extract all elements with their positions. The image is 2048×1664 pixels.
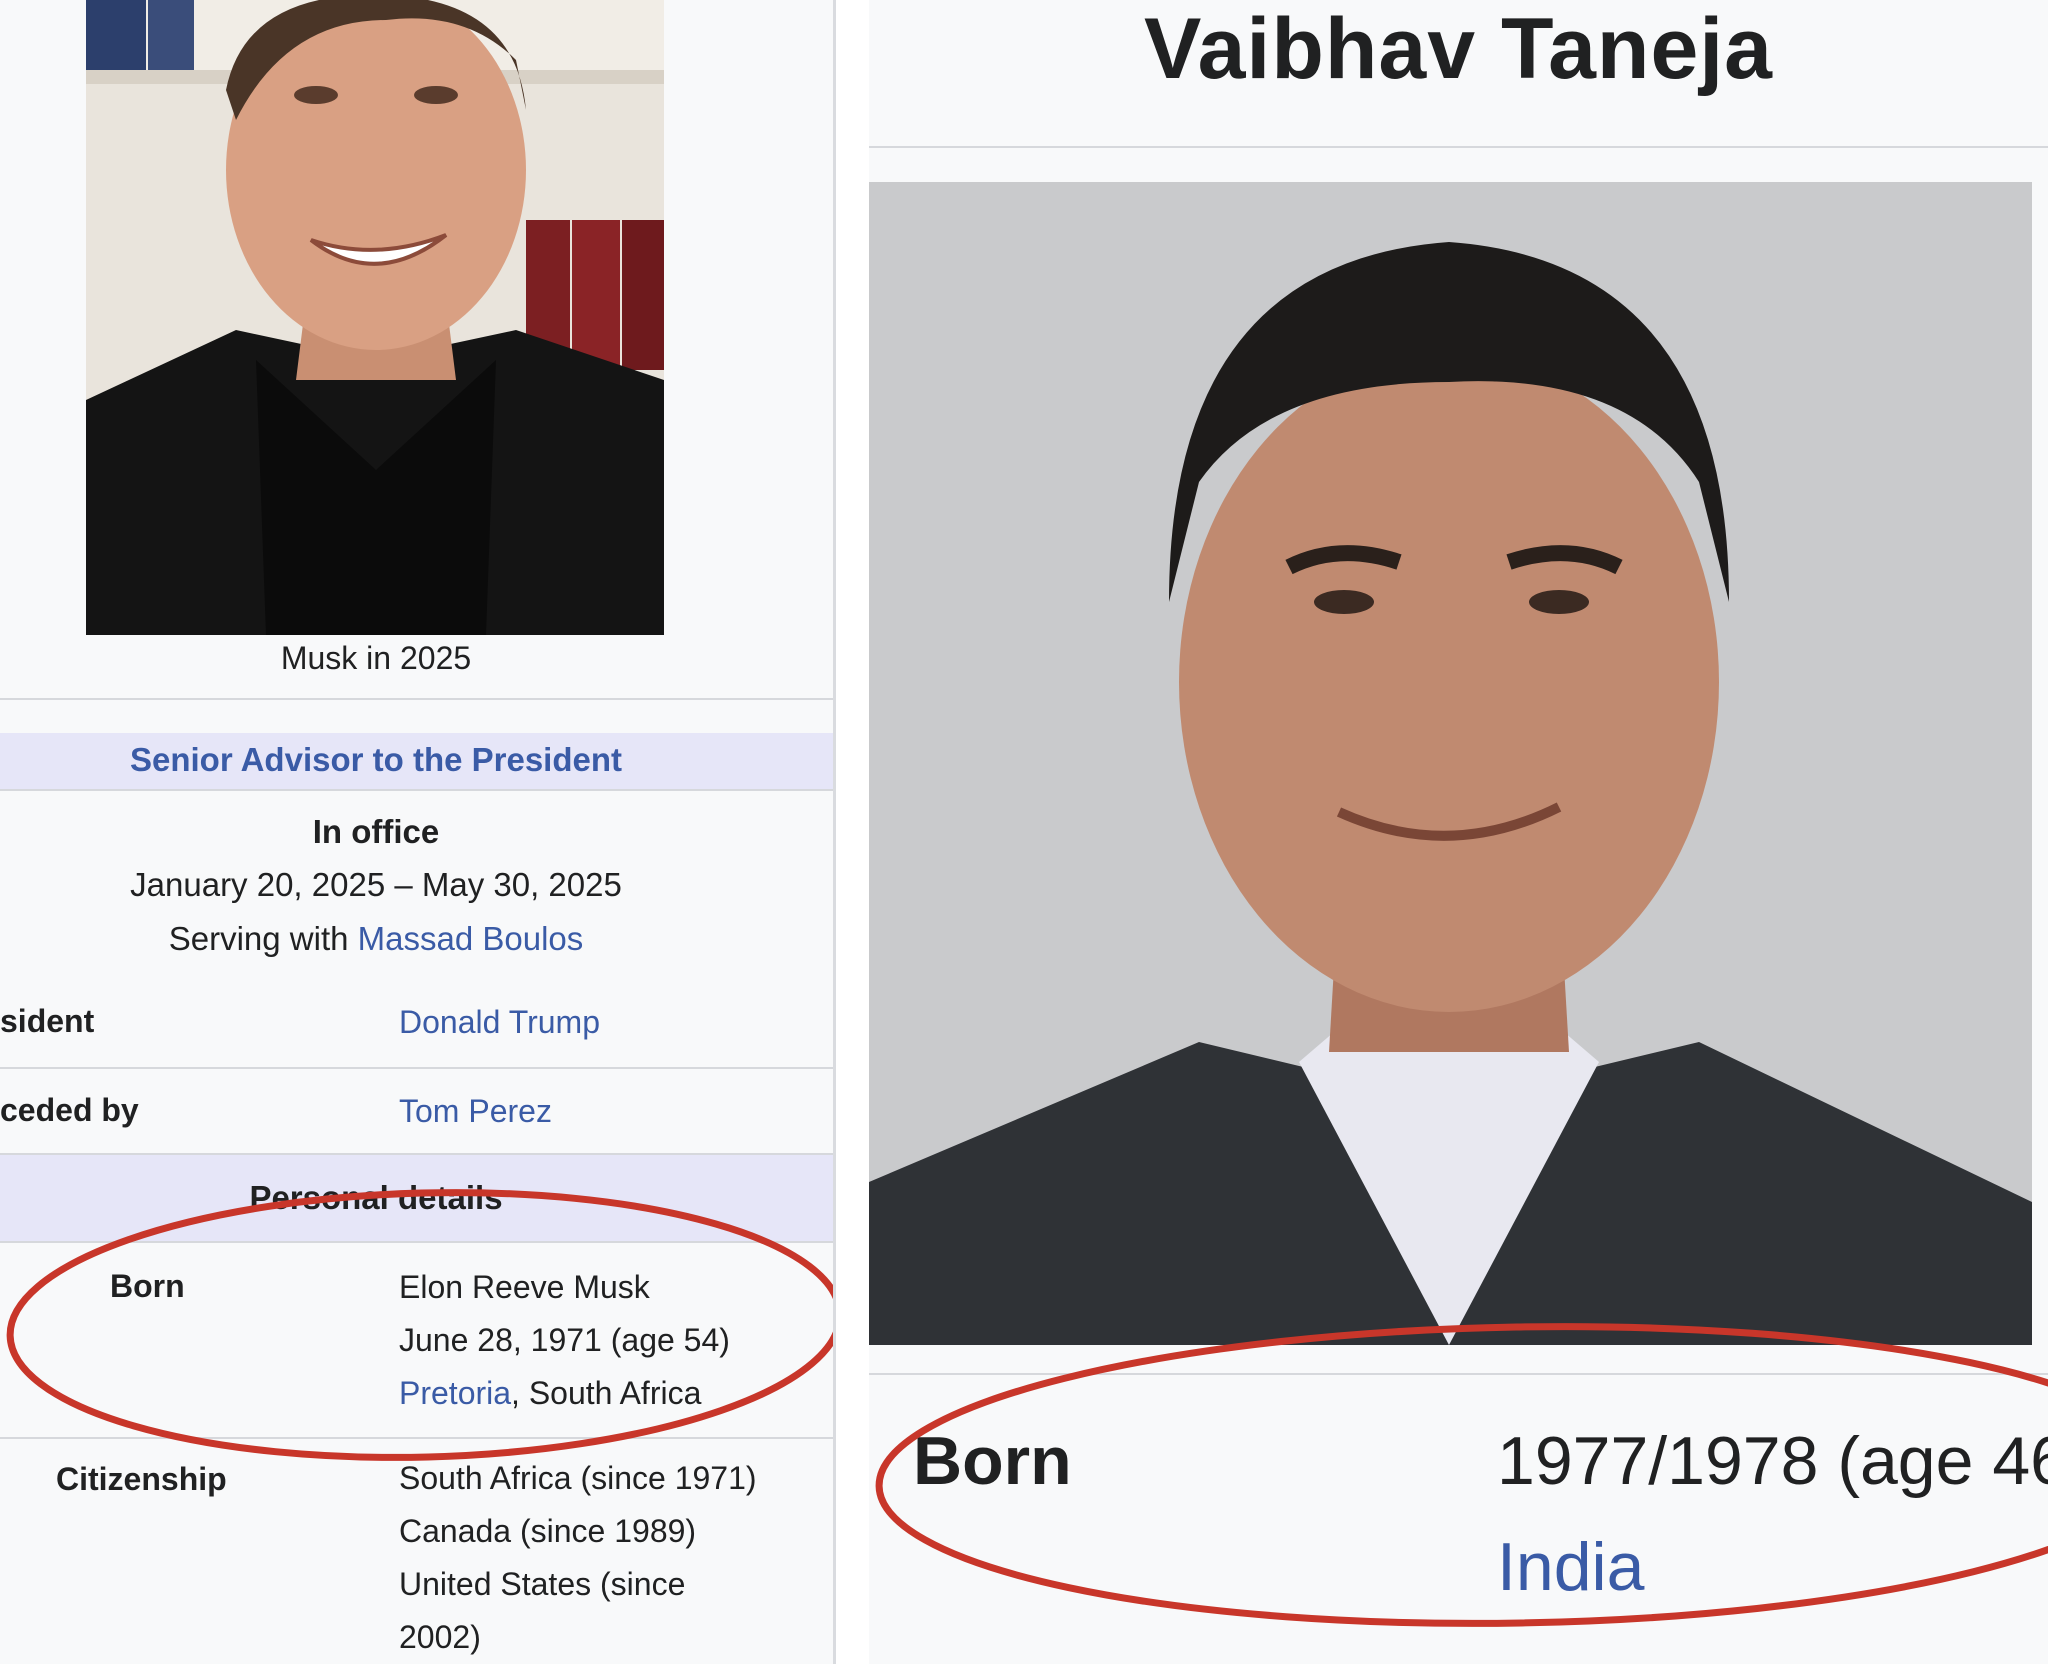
photo-caption: Musk in 2025 bbox=[280, 640, 472, 676]
citizenship-value: South Africa (since 1971) Canada (since … bbox=[399, 1452, 757, 1664]
personal-details-label: Personal details bbox=[249, 1179, 503, 1216]
massad-boulos-link[interactable]: Massad Boulos bbox=[358, 920, 584, 957]
divider bbox=[869, 1373, 2048, 1375]
born-label: Born bbox=[913, 1423, 1072, 1499]
page-title: Vaibhav Taneja bbox=[1143, 1, 1774, 97]
in-office-label: In office bbox=[312, 813, 440, 850]
donald-trump-link[interactable]: Donald Trump bbox=[399, 996, 600, 1049]
citizenship-line: 2002) bbox=[399, 1619, 481, 1655]
panel-gap bbox=[836, 0, 869, 1664]
born-label: Born bbox=[110, 1268, 185, 1304]
personal-details-header: Personal details bbox=[0, 1155, 833, 1241]
serving-with-line: Serving with Massad Boulos bbox=[0, 920, 752, 958]
india-link[interactable]: India bbox=[1497, 1528, 1644, 1606]
president-label: sident bbox=[0, 1003, 95, 1039]
taneja-portrait-image bbox=[869, 182, 2032, 1345]
divider bbox=[0, 789, 833, 791]
musk-photo[interactable] bbox=[86, 0, 664, 635]
section-header-link[interactable]: Senior Advisor to the President bbox=[0, 741, 752, 779]
citizenship-line: United States (since bbox=[399, 1566, 686, 1602]
serving-with-prefix: Serving with bbox=[168, 920, 358, 957]
born-place-rest: , South Africa bbox=[511, 1375, 702, 1411]
divider bbox=[0, 698, 833, 700]
citizenship-line: South Africa (since 1971) bbox=[399, 1460, 757, 1496]
taneja-photo[interactable] bbox=[869, 182, 2032, 1345]
divider bbox=[869, 146, 2048, 148]
right-infobox: Vaibhav Taneja Born 1977/1978 (age 46 In… bbox=[869, 0, 2048, 1664]
citizenship-line: Canada (since 1989) bbox=[399, 1513, 697, 1549]
divider bbox=[0, 1067, 833, 1069]
pretoria-link[interactable]: Pretoria bbox=[399, 1375, 511, 1411]
born-place: Pretoria, South Africa bbox=[399, 1367, 730, 1420]
divider bbox=[0, 1437, 833, 1439]
left-infobox: Musk in 2025 Senior Advisor to the Presi… bbox=[0, 0, 836, 1664]
divider bbox=[0, 1241, 833, 1243]
musk-portrait-image bbox=[86, 0, 664, 635]
citizenship-label: Citizenship bbox=[56, 1461, 227, 1497]
section-header: Senior Advisor to the President bbox=[0, 733, 833, 789]
tom-perez-link[interactable]: Tom Perez bbox=[399, 1085, 552, 1138]
term-dates: January 20, 2025 – May 30, 2025 bbox=[130, 866, 622, 903]
born-value: 1977/1978 (age 46 bbox=[1497, 1423, 2048, 1499]
preceded-by-label: ceded by bbox=[0, 1092, 139, 1128]
born-name: Elon Reeve Musk bbox=[399, 1269, 650, 1305]
born-date: June 28, 1971 (age 54) bbox=[399, 1322, 730, 1358]
born-value: Elon Reeve Musk June 28, 1971 (age 54) P… bbox=[399, 1261, 730, 1420]
